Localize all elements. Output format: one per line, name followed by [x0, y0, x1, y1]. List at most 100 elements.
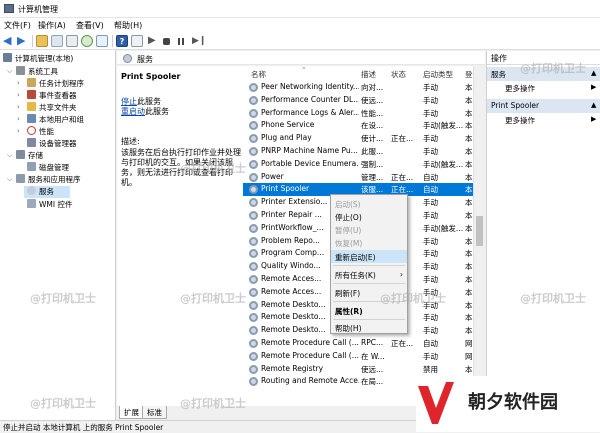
- service-logon: 本: [465, 211, 473, 220]
- watermark: @打印机卫士: [520, 62, 586, 75]
- table-row[interactable]: Portable Device Enumera... 强制... 手动(触发... 本: [243, 158, 473, 171]
- service-status: 正在...: [391, 134, 414, 144]
- table-row[interactable]: Performance Counter DL... 使远... 手动 本: [243, 94, 473, 107]
- back-arrow-icon[interactable]: ◀: [3, 35, 15, 47]
- start-service-icon[interactable]: ▶: [148, 35, 160, 47]
- column-status[interactable]: 状态: [391, 69, 406, 80]
- gear-icon: [249, 223, 258, 233]
- restart-service-link[interactable]: 重启动: [121, 107, 145, 116]
- service-logon: 本: [465, 108, 473, 118]
- up-folder-icon[interactable]: [36, 35, 48, 47]
- collapse-up-icon[interactable]: ▲: [591, 101, 596, 109]
- service-startup: 手动(触发...: [423, 159, 463, 169]
- gear-icon: [249, 262, 258, 272]
- table-row[interactable]: Peer Networking Identity... 向对... 手动 本: [243, 81, 473, 94]
- gear-icon: [249, 108, 258, 118]
- export-list-icon[interactable]: [96, 35, 108, 47]
- menu-help[interactable]: 帮助(H): [114, 20, 142, 31]
- gear-icon: [249, 300, 258, 310]
- vertical-scrollbar[interactable]: [473, 66, 485, 406]
- refresh-icon[interactable]: [81, 35, 93, 47]
- logo-check-icon: [418, 382, 454, 424]
- properties-icon[interactable]: [66, 35, 78, 47]
- gear-icon: [249, 121, 258, 131]
- expand-arrow-icon[interactable]: ›: [17, 79, 20, 87]
- tree-local-users[interactable]: 本地用户和组: [27, 114, 84, 126]
- service-desc: 此服...: [361, 147, 384, 156]
- menu-view[interactable]: 查看(V): [76, 20, 104, 31]
- table-row[interactable]: Performance Logs & Aler... 性能... 手动 本: [243, 107, 473, 120]
- tree-device-manager[interactable]: 设备管理器: [27, 138, 77, 150]
- service-desc: 性能...: [361, 108, 384, 118]
- tree-task-scheduler[interactable]: 任务计划程序: [27, 78, 84, 90]
- menu-restart[interactable]: 重新启动(E): [331, 250, 407, 263]
- menu-file[interactable]: 文件(F): [4, 20, 31, 31]
- expand-arrow-icon[interactable]: ›: [17, 115, 20, 123]
- show-hide-tree-icon[interactable]: [51, 35, 63, 47]
- console-icon[interactable]: [131, 35, 143, 47]
- collapse-up-icon[interactable]: ▲: [591, 69, 596, 77]
- service-startup: 手动: [423, 108, 438, 118]
- table-row[interactable]: Phone Service 在设... 手动(触发... 本: [243, 119, 473, 132]
- tree-performance[interactable]: 性能: [27, 126, 54, 138]
- service-desc: 使远...: [361, 95, 384, 105]
- expand-caret-icon[interactable]: ⌵: [7, 175, 12, 184]
- menu-help[interactable]: 帮助(H): [331, 321, 407, 334]
- expand-caret-icon[interactable]: ⌵: [7, 151, 12, 160]
- stop-service-link[interactable]: 停止: [121, 97, 137, 106]
- tab-standard[interactable]: 标准: [142, 406, 167, 419]
- tab-extended[interactable]: 扩展: [119, 406, 144, 419]
- actions-print-spooler-group[interactable]: Print Spooler: [487, 99, 600, 113]
- tree-root[interactable]: 计算机管理(本地): [3, 53, 73, 65]
- site-logo: 朝夕软件园: [416, 376, 600, 432]
- column-logon[interactable]: 登: [465, 69, 473, 80]
- tree-event-viewer[interactable]: 事件查看器: [27, 90, 77, 102]
- gear-icon: [249, 364, 258, 374]
- table-row[interactable]: PNRP Machine Name Pu... 此服... 手动 本: [243, 145, 473, 158]
- tree-services-apps[interactable]: 服务和应用程序: [16, 174, 81, 186]
- column-description[interactable]: 描述: [361, 69, 376, 80]
- expand-arrow-icon[interactable]: ›: [17, 91, 20, 99]
- table-row[interactable]: Plug and Play 使计... 正在... 手动 本: [243, 132, 473, 145]
- services-more-actions[interactable]: 更多操作: [505, 83, 535, 94]
- expand-caret-icon[interactable]: ⌵: [7, 67, 12, 76]
- print-spooler-more-actions[interactable]: 更多操作: [505, 115, 535, 126]
- service-startup: 手动: [423, 236, 438, 246]
- tree-system-tools[interactable]: 系统工具: [16, 66, 58, 78]
- tree-shared-folders[interactable]: 共享文件夹: [27, 102, 77, 114]
- stop-service-icon[interactable]: [163, 38, 170, 45]
- tree-disk-management[interactable]: 磁盘管理: [27, 162, 69, 174]
- context-menu: 启动(S) 停止(O) 暂停(U) 恢复(M) 重新启动(E) 所有任务(K) ›…: [330, 194, 408, 334]
- gear-icon: [249, 83, 258, 92]
- help-icon[interactable]: ?: [116, 35, 128, 47]
- expand-arrow-icon[interactable]: ›: [17, 103, 20, 111]
- table-row[interactable]: Power 管理... 正在... 自动 本: [243, 171, 473, 184]
- table-row[interactable]: Remote Procedure Call (... RPC... 正在... 自动 网: [243, 337, 473, 350]
- scroll-thumb[interactable]: [476, 216, 483, 246]
- forward-arrow-icon[interactable]: ▶: [17, 35, 29, 47]
- service-logon: 本: [465, 223, 473, 233]
- menu-stop[interactable]: 停止(O): [331, 210, 407, 223]
- column-name[interactable]: 名称: [251, 69, 266, 80]
- table-row[interactable]: Remote Procedure Call (... 在 W... 手动 网: [243, 350, 473, 363]
- service-name: Routing and Remote Acce...: [261, 376, 359, 386]
- service-startup: 手动: [423, 351, 438, 361]
- clock-icon: [27, 78, 36, 87]
- gear-icon: [27, 186, 36, 195]
- service-logon: 本: [465, 147, 473, 156]
- menu-resume: 恢复(M): [335, 239, 363, 248]
- service-logon: 本: [465, 134, 473, 144]
- table-row[interactable]: Remote Registry 使远... 禁用 本: [243, 363, 473, 376]
- restart-service-icon[interactable]: ▶❙: [192, 35, 206, 47]
- tree-wmi[interactable]: WMI 控件: [27, 199, 72, 211]
- menu-action[interactable]: 操作(A): [38, 20, 66, 31]
- menu-all-tasks[interactable]: 所有任务(K) ›: [331, 268, 407, 281]
- service-startup: 手动: [423, 211, 438, 220]
- service-name: Print Spooler: [261, 184, 310, 194]
- expand-arrow-icon[interactable]: ›: [17, 127, 20, 135]
- tree-storage[interactable]: 存储: [16, 150, 43, 162]
- column-startup-type[interactable]: 启动类型: [423, 69, 453, 80]
- tree-services[interactable]: 服务: [24, 186, 70, 198]
- gear-icon: [123, 54, 132, 63]
- pause-service-icon[interactable]: [178, 38, 180, 45]
